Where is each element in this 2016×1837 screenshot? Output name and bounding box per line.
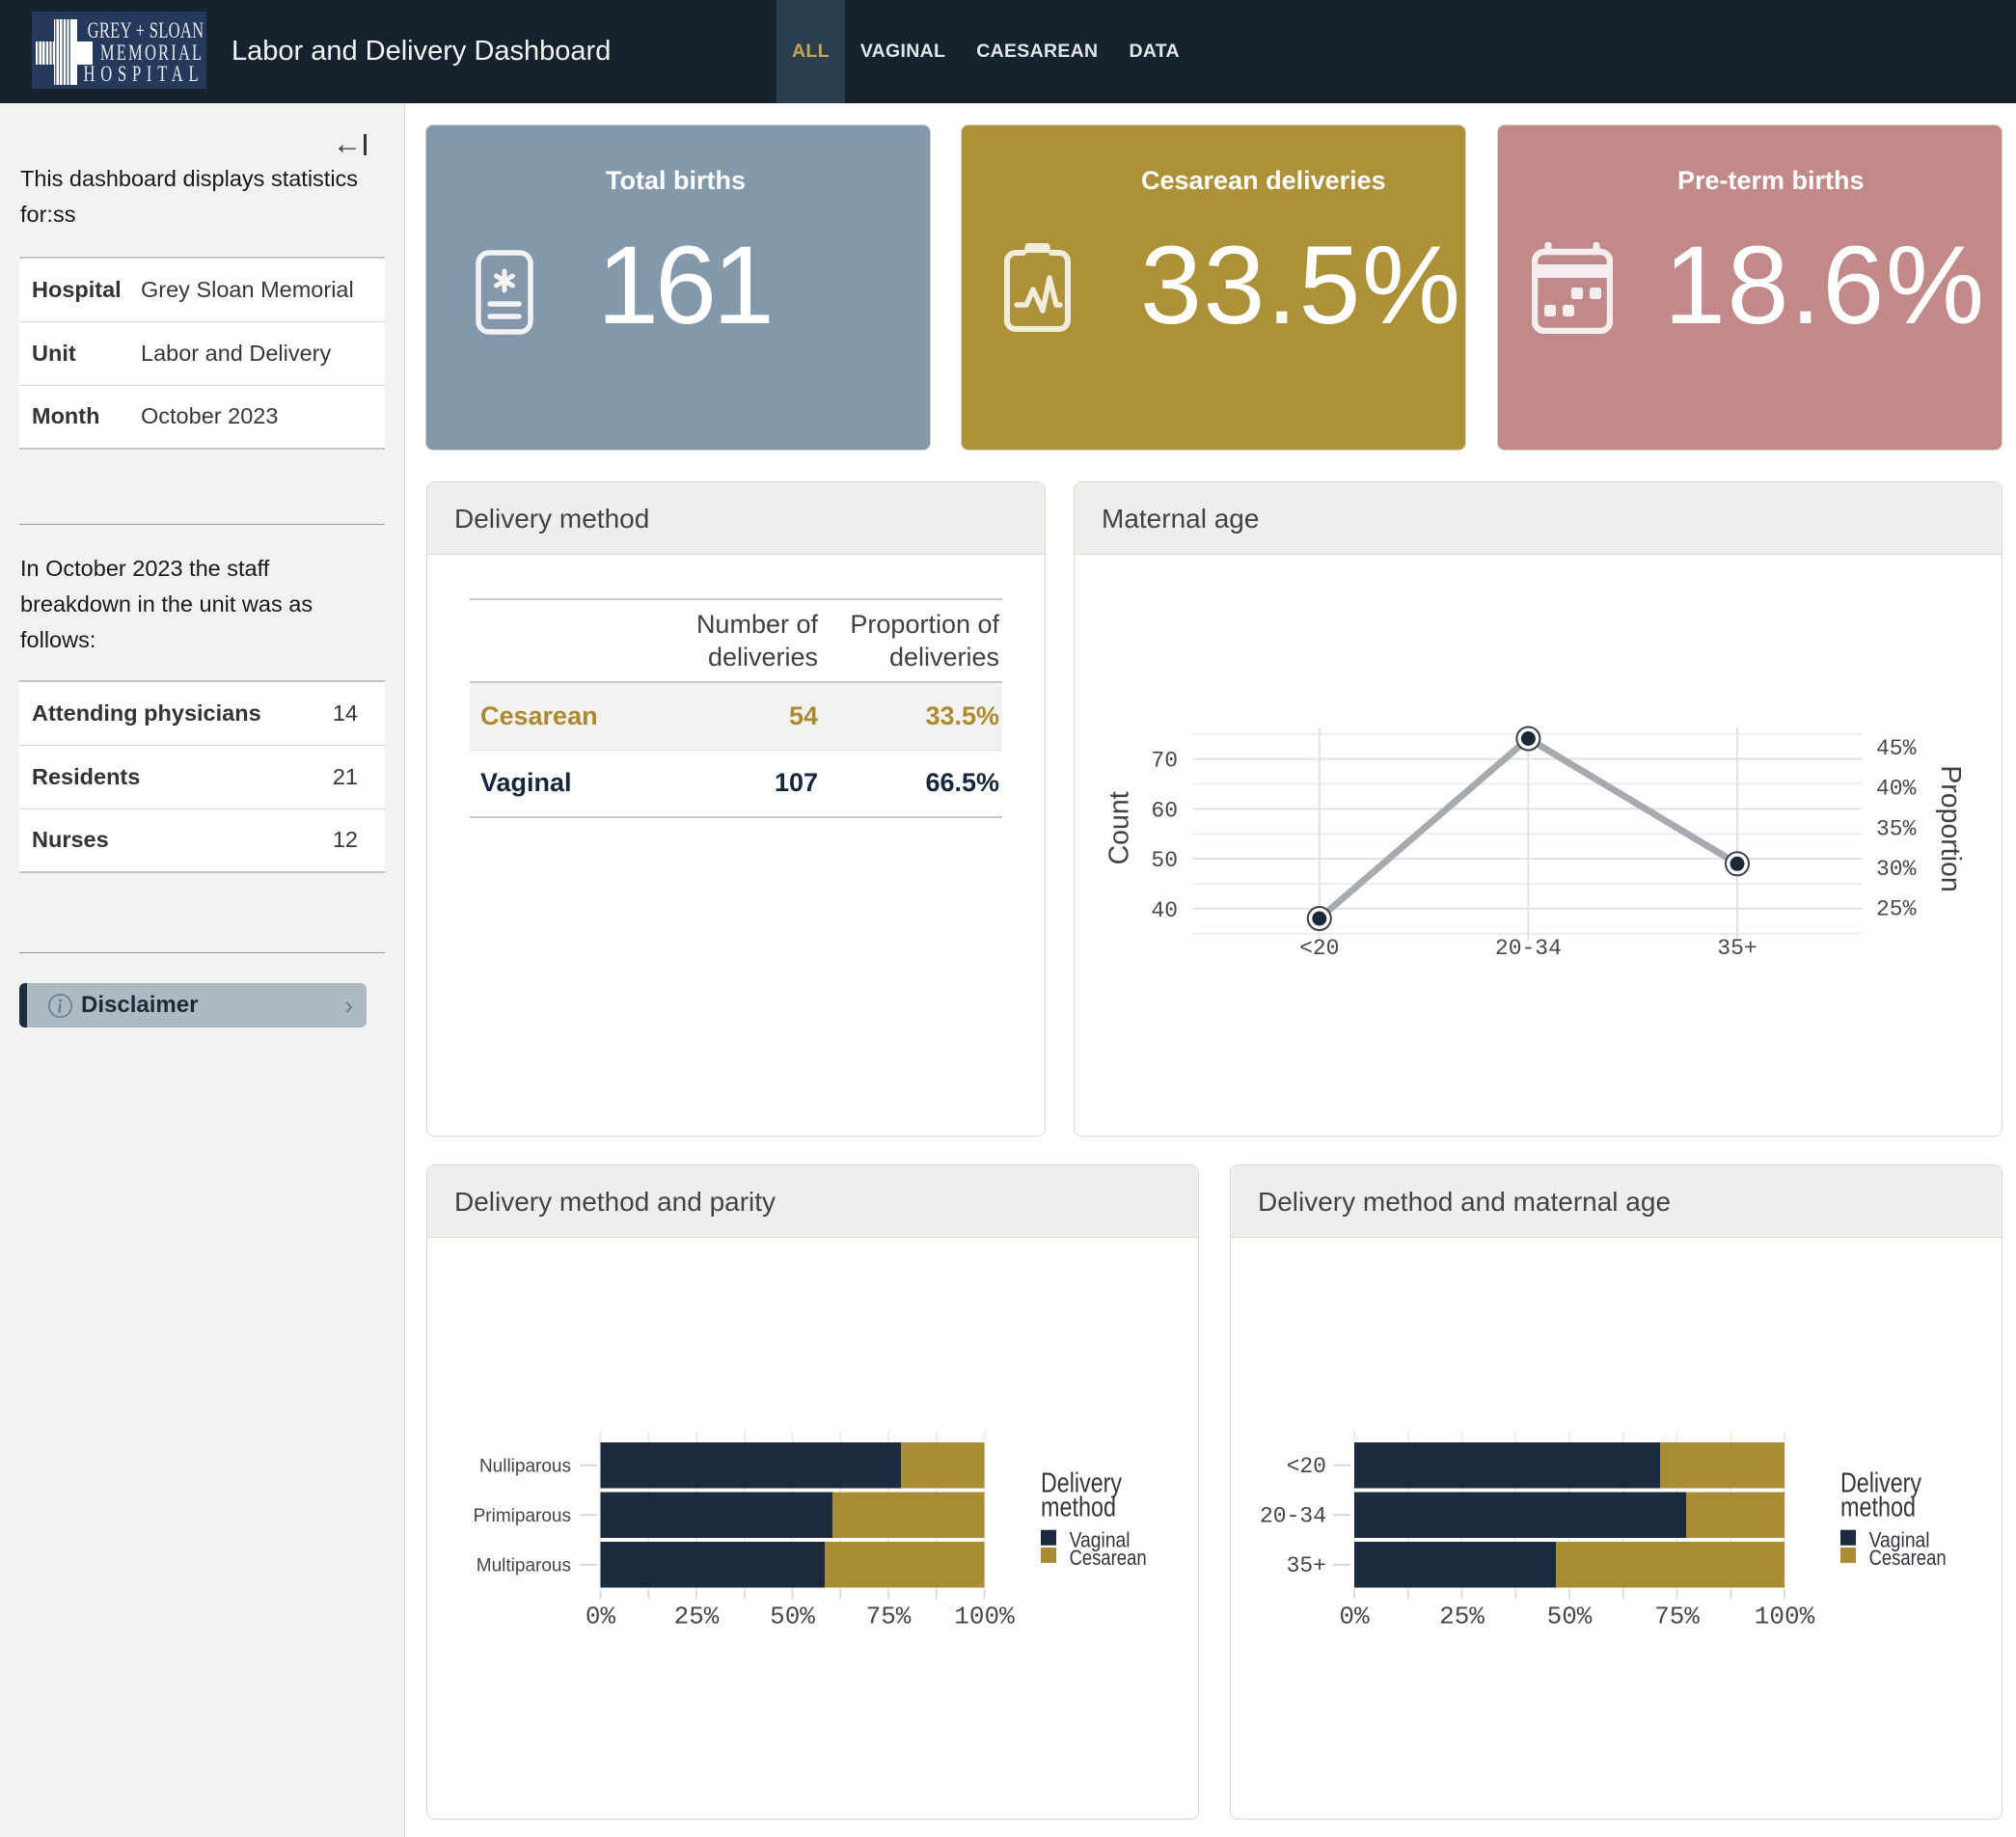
svg-text:100%: 100% [1755, 1603, 1815, 1631]
svg-text:40%: 40% [1876, 777, 1917, 802]
svg-text:40: 40 [1151, 898, 1178, 923]
svg-text:0%: 0% [586, 1603, 616, 1631]
svg-text:25%: 25% [1439, 1603, 1485, 1631]
svg-text:Multiparous: Multiparous [477, 1555, 571, 1576]
svg-text:50%: 50% [770, 1603, 815, 1631]
svg-text:Nulliparous: Nulliparous [479, 1456, 571, 1476]
svg-text:30%: 30% [1876, 857, 1917, 882]
svg-text:20-34: 20-34 [1495, 936, 1562, 961]
svg-text:method: method [1840, 1492, 1916, 1522]
svg-text:<20: <20 [1299, 936, 1339, 961]
svg-text:25%: 25% [674, 1603, 720, 1631]
svg-text:method: method [1041, 1492, 1116, 1522]
svg-text:50%: 50% [1547, 1603, 1593, 1631]
svg-text:60: 60 [1151, 798, 1178, 823]
svg-text:<20: <20 [1287, 1454, 1326, 1479]
svg-text:20-34: 20-34 [1260, 1504, 1326, 1529]
svg-text:35+: 35+ [1287, 1553, 1326, 1578]
svg-text:Cesarean: Cesarean [1869, 1546, 1947, 1570]
svg-text:Count: Count [1104, 791, 1135, 864]
svg-text:0%: 0% [1339, 1603, 1370, 1631]
svg-text:70: 70 [1151, 749, 1178, 774]
svg-text:75%: 75% [866, 1603, 912, 1631]
svg-text:35%: 35% [1876, 816, 1917, 841]
svg-text:50: 50 [1151, 848, 1178, 873]
svg-text:75%: 75% [1654, 1603, 1700, 1631]
svg-text:35+: 35+ [1717, 936, 1757, 961]
svg-text:45%: 45% [1876, 736, 1917, 761]
svg-text:25%: 25% [1876, 897, 1917, 922]
svg-text:Cesarean: Cesarean [1070, 1546, 1147, 1570]
svg-text:Primiparous: Primiparous [474, 1506, 571, 1526]
svg-text:100%: 100% [954, 1603, 1015, 1631]
svg-text:Proportion: Proportion [1935, 765, 1966, 892]
